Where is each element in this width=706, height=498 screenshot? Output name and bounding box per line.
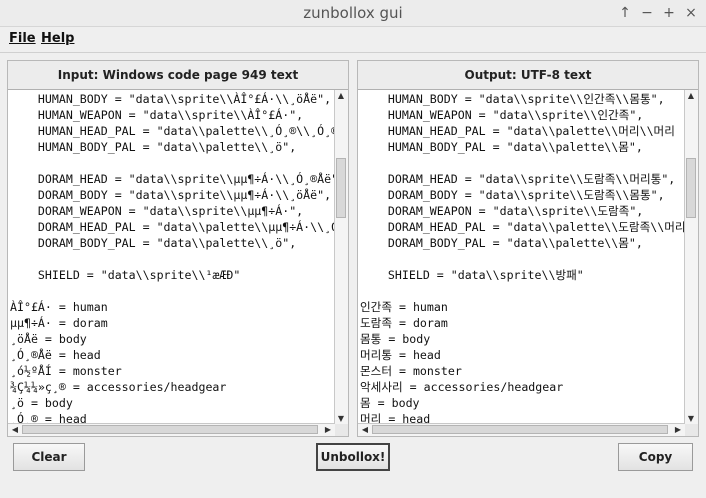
scroll-left-arrow-icon[interactable]: ◀ bbox=[9, 425, 21, 435]
output-line: HUMAN_BODY_PAL = "data\\palette\\몸", bbox=[360, 140, 643, 154]
scroll-up-arrow-icon[interactable]: ▲ bbox=[685, 91, 697, 101]
scroll-up-arrow-icon[interactable]: ▲ bbox=[335, 91, 347, 101]
output-panel: Output: UTF-8 text HUMAN_BODY = "data\\s… bbox=[357, 60, 699, 437]
output-line: DORAM_HEAD_PAL = "data\\palette\\도람족\\머리 bbox=[360, 220, 686, 234]
input-text-content[interactable]: HUMAN_BODY = "data\\sprite\\ÀÎ°£Á·\\¸öÅë… bbox=[10, 91, 336, 424]
input-line bbox=[10, 251, 336, 267]
input-line: HUMAN_BODY = "data\\sprite\\ÀÎ°£Á·\\¸öÅë… bbox=[10, 92, 332, 106]
scroll-right-arrow-icon[interactable]: ▶ bbox=[672, 425, 684, 435]
output-line: 인간족 = human bbox=[360, 300, 448, 314]
input-panel-header: Input: Windows code page 949 text bbox=[57, 68, 299, 82]
output-line: 도람족 = doram bbox=[360, 316, 448, 330]
menu-help[interactable]: Help bbox=[41, 31, 74, 46]
scroll-right-arrow-icon[interactable]: ▶ bbox=[322, 425, 334, 435]
input-line: ¾Ç¼¼»ç¸® = accessories/headgear bbox=[10, 380, 227, 394]
input-line: HUMAN_HEAD_PAL = "data\\palette\\¸Ó¸®\\¸… bbox=[10, 124, 336, 138]
input-line bbox=[10, 155, 336, 171]
output-vertical-scrollbar[interactable]: ▲ ▼ bbox=[684, 90, 698, 425]
title-bar[interactable]: zunbollox gui ↑ − + × bbox=[0, 0, 706, 27]
input-line: SHIELD = "data\\sprite\\¹æÆÐ" bbox=[10, 268, 241, 282]
input-line: ¸ó½ºÅÍ = monster bbox=[10, 364, 122, 378]
maximize-up-icon[interactable]: ↑ bbox=[614, 2, 636, 24]
scroll-down-arrow-icon[interactable]: ▼ bbox=[335, 414, 347, 424]
output-line: DORAM_HEAD = "data\\sprite\\도람족\\머리통", bbox=[360, 172, 676, 186]
input-line: DORAM_HEAD_PAL = "data\\palette\\µµ¶÷Á·\… bbox=[10, 220, 336, 234]
menu-file-label: File bbox=[9, 31, 36, 46]
output-line: 몬스터 = monster bbox=[360, 364, 462, 378]
scroll-left-arrow-icon[interactable]: ◀ bbox=[359, 425, 371, 435]
input-line: DORAM_HEAD = "data\\sprite\\µµ¶÷Á·\\¸Ó¸®… bbox=[10, 172, 336, 186]
output-line: HUMAN_HEAD_PAL = "data\\palette\\머리\\머리 bbox=[360, 124, 675, 138]
input-line: ¸Ó¸®Åë = head bbox=[10, 348, 101, 362]
unbollox-button[interactable]: Unbollox! bbox=[316, 443, 390, 471]
close-icon[interactable]: × bbox=[680, 2, 702, 24]
input-line: ¸ö = body bbox=[10, 396, 73, 410]
input-scroll-thumb[interactable] bbox=[336, 158, 346, 218]
input-line bbox=[10, 283, 336, 299]
input-line: DORAM_BODY_PAL = "data\\palette\\¸ö", bbox=[10, 236, 297, 250]
window-controls: ↑ − + × bbox=[614, 2, 702, 24]
copy-button[interactable]: Copy bbox=[618, 443, 693, 471]
output-horizontal-scrollbar[interactable]: ◀ ▶ bbox=[358, 423, 685, 436]
scroll-corner bbox=[685, 424, 698, 436]
output-text-content[interactable]: HUMAN_BODY = "data\\sprite\\인간족\\몸통", HU… bbox=[360, 91, 686, 424]
output-line: 몸 = body bbox=[360, 396, 420, 410]
scroll-down-arrow-icon[interactable]: ▼ bbox=[685, 414, 697, 424]
input-text-area[interactable]: HUMAN_BODY = "data\\sprite\\ÀÎ°£Á·\\¸öÅë… bbox=[8, 89, 348, 436]
input-line: ÀÎ°£Á· = human bbox=[10, 300, 108, 314]
input-line: µµ¶÷Á· = doram bbox=[10, 316, 108, 330]
clear-button[interactable]: Clear bbox=[13, 443, 85, 471]
input-line: HUMAN_WEAPON = "data\\sprite\\ÀÎ°£Á·", bbox=[10, 108, 304, 122]
input-line: DORAM_BODY = "data\\sprite\\µµ¶÷Á·\\¸öÅë… bbox=[10, 188, 332, 202]
output-line: HUMAN_BODY = "data\\sprite\\인간족\\몸통", bbox=[360, 92, 665, 106]
menu-help-label: Help bbox=[41, 31, 75, 46]
input-line: HUMAN_BODY_PAL = "data\\palette\\¸ö", bbox=[10, 140, 297, 154]
input-panel: Input: Windows code page 949 text HUMAN_… bbox=[7, 60, 349, 437]
menu-bar: File Help bbox=[0, 27, 706, 53]
input-horizontal-scrollbar[interactable]: ◀ ▶ bbox=[8, 423, 335, 436]
minimize-icon[interactable]: − bbox=[636, 2, 658, 24]
output-scroll-thumb[interactable] bbox=[686, 158, 696, 218]
output-line: 몸통 = body bbox=[360, 332, 431, 346]
output-text-area[interactable]: HUMAN_BODY = "data\\sprite\\인간족\\몸통", HU… bbox=[358, 89, 698, 436]
menu-file[interactable]: File bbox=[9, 31, 36, 46]
output-panel-header: Output: UTF-8 text bbox=[464, 68, 592, 82]
app-window: zunbollox gui ↑ − + × File Help Input: W… bbox=[0, 0, 706, 498]
output-line: 악세사리 = accessories/headgear bbox=[360, 380, 564, 394]
window-title: zunbollox gui bbox=[303, 4, 403, 22]
output-line: 머리통 = head bbox=[360, 348, 441, 362]
output-line: DORAM_WEAPON = "data\\sprite\\도람족", bbox=[360, 204, 644, 218]
maximize-icon[interactable]: + bbox=[658, 2, 680, 24]
output-line: SHIELD = "data\\sprite\\방패" bbox=[360, 268, 584, 282]
scroll-corner bbox=[335, 424, 348, 436]
input-hscroll-thumb[interactable] bbox=[22, 425, 318, 434]
output-line: DORAM_BODY_PAL = "data\\palette\\몸", bbox=[360, 236, 643, 250]
input-line: ¸öÅë = body bbox=[10, 332, 87, 346]
output-line: DORAM_BODY = "data\\sprite\\도람족\\몸통", bbox=[360, 188, 665, 202]
input-vertical-scrollbar[interactable]: ▲ ▼ bbox=[334, 90, 348, 425]
output-line: HUMAN_WEAPON = "data\\sprite\\인간족", bbox=[360, 108, 644, 122]
output-hscroll-thumb[interactable] bbox=[372, 425, 668, 434]
input-line: DORAM_WEAPON = "data\\sprite\\µµ¶÷Á·", bbox=[10, 204, 304, 218]
